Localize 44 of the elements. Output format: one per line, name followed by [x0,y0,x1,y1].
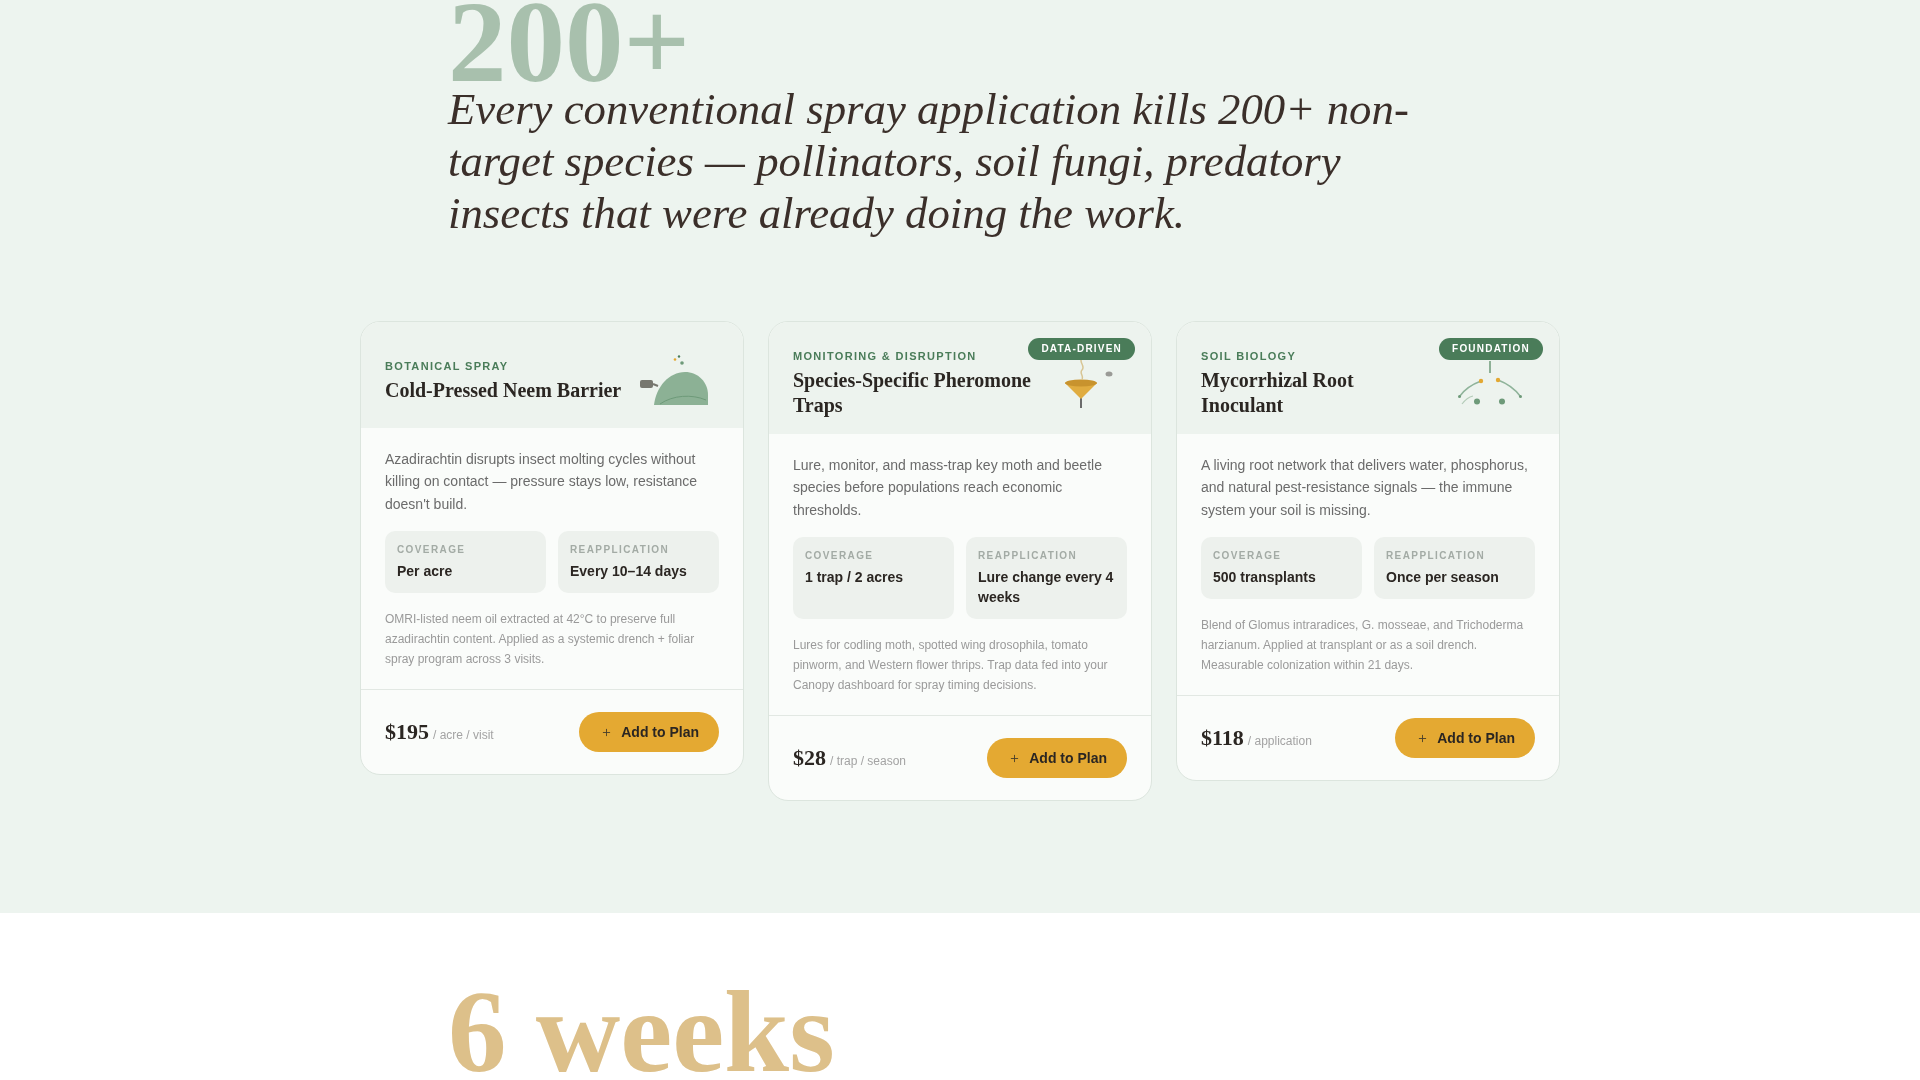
product-tag: FOUNDATION [1439,338,1543,361]
product-tag: DATA-DRIVEN [1028,338,1135,361]
add-to-plan-button[interactable]: Add to Plan [987,738,1127,779]
product-title: Species-Specific Pheromone Traps [793,368,1032,419]
spec-value: Lure change every 4 weeks [978,568,1115,608]
product-details-text: Lures for codling moth, spotted wing drosophila, tomato pinworm, and Western flower thrips. Trap data fed into your Canopy dashboard for spray timing decisions. [793,637,1109,695]
add-to-plan-button[interactable]: Add to Plan [1395,718,1535,759]
product-title: Mycorrhizal Root Inoculant [1201,368,1355,419]
product-description: Azadirachtin disrupts insect molting cycles without killing on contact — pressure stays low, resistance doesn't build. [385,450,699,514]
spec-value: 1 trap / 2 acres [805,568,904,588]
price-amount: $195 [385,718,429,747]
spec-value: 500 transplants [1213,568,1316,588]
spec-value: Every 10–14 days [570,562,687,582]
product-title: Cold-Pressed Neem Barrier [385,377,622,403]
spec-label: REAPPLICATION [1386,549,1486,564]
product-details-text: Blend of Glomus intraradices, G. mosseae, and Trichoderma harzianum. Applied at transplant or as a soil drench. Measurable colonization within 21 days. [1201,617,1525,675]
category-label: BOTANICAL SPRAY [385,358,509,374]
pull-quote: Every conventional spray application kills 200+ non-target species — pollinators, soil fungi, predatory insects that were already doing the work. [448,84,1410,241]
spec-label: COVERAGE [805,549,874,564]
spec-value: Per acre [397,562,453,582]
spec-label: REAPPLICATION [570,543,670,558]
spec-value: Once per season [1386,568,1499,588]
plus-icon [601,726,613,738]
price-amount: $118 [1201,724,1244,753]
plus-icon [1009,752,1021,764]
product-description: Lure, monitor, and mass-trap key moth and beetle species before populations reach economic thresholds. [793,456,1103,520]
product-description: A living root network that delivers water, phosphorus, and natural pest-resistance signals — the immune system your soil is missing. [1201,456,1529,520]
spec-label: COVERAGE [397,543,466,558]
price-unit: / trap / season [830,753,907,771]
price-amount: $28 [793,744,826,773]
add-to-plan-button[interactable]: Add to Plan [579,712,719,753]
product-details-text: OMRI-listed neem oil extracted at 42°C to preserve full azadirachtin content. Applied as a systemic drench + foliar spray program across 3 visits. [385,611,696,669]
price-unit: / application [1247,733,1312,751]
large-stat-number: 200+ [448,0,691,85]
category-label: SOIL BIOLOGY [1201,349,1297,365]
root-network-icon [1457,361,1522,406]
large-stat-number: 6 weeks [448,985,835,1079]
plus-icon [1417,732,1429,744]
sprayer-icon [639,355,708,406]
funnel-trap-icon [1062,358,1113,409]
category-label: MONITORING & DISRUPTION [793,349,977,365]
spec-label: COVERAGE [1213,549,1282,564]
price-unit: / acre / visit [433,727,494,745]
spec-label: REAPPLICATION [978,549,1078,564]
